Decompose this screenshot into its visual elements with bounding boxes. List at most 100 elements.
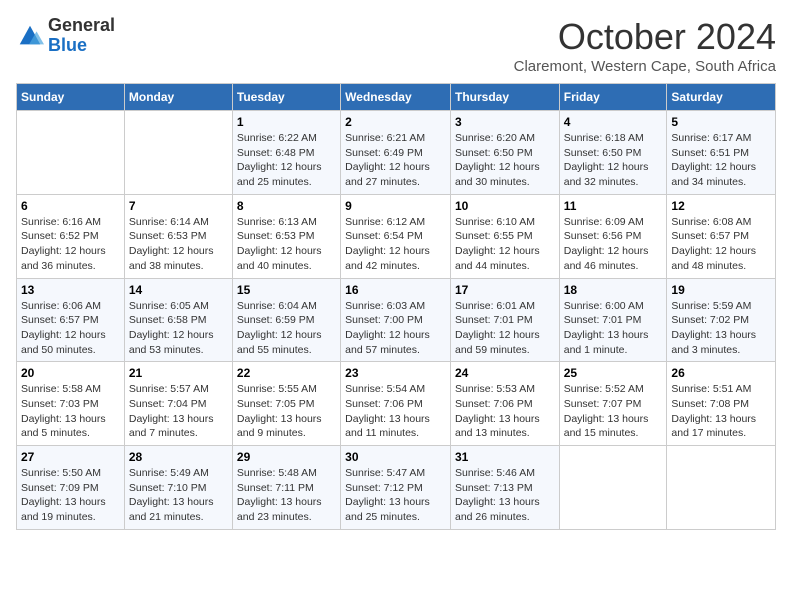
day-info: Sunrise: 6:09 AM Sunset: 6:56 PM Dayligh… xyxy=(564,215,663,274)
calendar-cell: 3Sunrise: 6:20 AM Sunset: 6:50 PM Daylig… xyxy=(450,111,559,195)
day-info: Sunrise: 6:16 AM Sunset: 6:52 PM Dayligh… xyxy=(21,215,120,274)
header-cell-saturday: Saturday xyxy=(667,84,776,111)
calendar-cell: 7 Sunrise: 6:14 AM Sunset: 6:53 PM Daylig… xyxy=(124,194,232,278)
calendar-cell: 30Sunrise: 5:47 AM Sunset: 7:12 PM Dayli… xyxy=(341,446,451,530)
day-number: 12 xyxy=(671,199,771,213)
calendar-cell: 2 Sunrise: 6:21 AM Sunset: 6:49 PM Daylig… xyxy=(341,111,451,195)
day-number: 2 xyxy=(345,115,446,129)
day-info: Sunrise: 6:06 AM Sunset: 6:57 PM Dayligh… xyxy=(21,299,120,358)
day-info: Sunrise: 6:10 AM Sunset: 6:55 PM Dayligh… xyxy=(455,215,555,274)
calendar-cell: 31 Sunrise: 5:46 AM Sunset: 7:13 PM Dayli… xyxy=(450,446,559,530)
day-info: Sunrise: 6:14 AM Sunset: 6:53 PM Dayligh… xyxy=(129,215,228,274)
day-info: Sunrise: 5:57 AM Sunset: 7:04 PM Dayligh… xyxy=(129,382,228,441)
week-row-4: 20Sunrise: 5:58 AM Sunset: 7:03 PM Dayli… xyxy=(17,362,776,446)
day-number: 5 xyxy=(671,115,771,129)
day-number: 11 xyxy=(564,199,663,213)
calendar-cell: 6Sunrise: 6:16 AM Sunset: 6:52 PM Daylig… xyxy=(17,194,125,278)
day-info: Sunrise: 5:50 AM Sunset: 7:09 PM Dayligh… xyxy=(21,466,120,525)
header-row: SundayMondayTuesdayWednesdayThursdayFrid… xyxy=(17,84,776,111)
calendar-cell: 23 Sunrise: 5:54 AM Sunset: 7:06 PM Dayli… xyxy=(341,362,451,446)
calendar-cell: 25Sunrise: 5:52 AM Sunset: 7:07 PM Dayli… xyxy=(559,362,667,446)
day-info: Sunrise: 6:00 AM Sunset: 7:01 PM Dayligh… xyxy=(564,299,663,358)
calendar-cell: 12 Sunrise: 6:08 AM Sunset: 6:57 PM Dayli… xyxy=(667,194,776,278)
day-number: 28 xyxy=(129,450,228,464)
calendar-cell: 18 Sunrise: 6:00 AM Sunset: 7:01 PM Dayli… xyxy=(559,278,667,362)
week-row-1: 1 Sunrise: 6:22 AM Sunset: 6:48 PM Daylig… xyxy=(17,111,776,195)
day-info: Sunrise: 5:47 AM Sunset: 7:12 PM Dayligh… xyxy=(345,466,446,525)
header-cell-sunday: Sunday xyxy=(17,84,125,111)
header-cell-thursday: Thursday xyxy=(450,84,559,111)
week-row-3: 13 Sunrise: 6:06 AM Sunset: 6:57 PM Dayli… xyxy=(17,278,776,362)
day-number: 23 xyxy=(345,366,446,380)
day-number: 9 xyxy=(345,199,446,213)
day-number: 21 xyxy=(129,366,228,380)
day-number: 22 xyxy=(237,366,336,380)
day-number: 7 xyxy=(129,199,228,213)
day-number: 4 xyxy=(564,115,663,129)
logo-text: General Blue xyxy=(48,16,115,56)
day-info: Sunrise: 6:01 AM Sunset: 7:01 PM Dayligh… xyxy=(455,299,555,358)
calendar-cell: 15 Sunrise: 6:04 AM Sunset: 6:59 PM Dayli… xyxy=(232,278,340,362)
calendar-cell: 14 Sunrise: 6:05 AM Sunset: 6:58 PM Dayli… xyxy=(124,278,232,362)
day-info: Sunrise: 5:51 AM Sunset: 7:08 PM Dayligh… xyxy=(671,382,771,441)
calendar-cell: 27 Sunrise: 5:50 AM Sunset: 7:09 PM Dayli… xyxy=(17,446,125,530)
calendar-cell xyxy=(124,111,232,195)
day-info: Sunrise: 5:48 AM Sunset: 7:11 PM Dayligh… xyxy=(237,466,336,525)
day-info: Sunrise: 6:04 AM Sunset: 6:59 PM Dayligh… xyxy=(237,299,336,358)
calendar-cell: 17 Sunrise: 6:01 AM Sunset: 7:01 PM Dayli… xyxy=(450,278,559,362)
title-area: October 2024 Claremont, Western Cape, So… xyxy=(514,16,776,75)
day-info: Sunrise: 6:08 AM Sunset: 6:57 PM Dayligh… xyxy=(671,215,771,274)
day-info: Sunrise: 6:18 AM Sunset: 6:50 PM Dayligh… xyxy=(564,131,663,190)
header-cell-tuesday: Tuesday xyxy=(232,84,340,111)
calendar-table: SundayMondayTuesdayWednesdayThursdayFrid… xyxy=(16,83,776,530)
calendar-cell: 13 Sunrise: 6:06 AM Sunset: 6:57 PM Dayli… xyxy=(17,278,125,362)
calendar-cell: 11 Sunrise: 6:09 AM Sunset: 6:56 PM Dayli… xyxy=(559,194,667,278)
day-number: 10 xyxy=(455,199,555,213)
day-number: 26 xyxy=(671,366,771,380)
day-number: 1 xyxy=(237,115,336,129)
day-info: Sunrise: 5:52 AM Sunset: 7:07 PM Dayligh… xyxy=(564,382,663,441)
day-info: Sunrise: 5:54 AM Sunset: 7:06 PM Dayligh… xyxy=(345,382,446,441)
week-row-5: 27 Sunrise: 5:50 AM Sunset: 7:09 PM Dayli… xyxy=(17,446,776,530)
calendar-cell: 28Sunrise: 5:49 AM Sunset: 7:10 PM Dayli… xyxy=(124,446,232,530)
calendar-cell: 29Sunrise: 5:48 AM Sunset: 7:11 PM Dayli… xyxy=(232,446,340,530)
header-cell-friday: Friday xyxy=(559,84,667,111)
day-number: 15 xyxy=(237,283,336,297)
day-number: 18 xyxy=(564,283,663,297)
day-info: Sunrise: 6:03 AM Sunset: 7:00 PM Dayligh… xyxy=(345,299,446,358)
day-number: 27 xyxy=(21,450,120,464)
calendar-cell: 20Sunrise: 5:58 AM Sunset: 7:03 PM Dayli… xyxy=(17,362,125,446)
calendar-cell xyxy=(17,111,125,195)
day-info: Sunrise: 6:12 AM Sunset: 6:54 PM Dayligh… xyxy=(345,215,446,274)
page-header: General Blue October 2024 Claremont, Wes… xyxy=(16,16,776,75)
calendar-cell: 1 Sunrise: 6:22 AM Sunset: 6:48 PM Daylig… xyxy=(232,111,340,195)
day-info: Sunrise: 6:21 AM Sunset: 6:49 PM Dayligh… xyxy=(345,131,446,190)
calendar-cell: 24Sunrise: 5:53 AM Sunset: 7:06 PM Dayli… xyxy=(450,362,559,446)
day-number: 31 xyxy=(455,450,555,464)
day-info: Sunrise: 5:53 AM Sunset: 7:06 PM Dayligh… xyxy=(455,382,555,441)
calendar-cell: 9 Sunrise: 6:12 AM Sunset: 6:54 PM Daylig… xyxy=(341,194,451,278)
logo-icon xyxy=(16,22,44,50)
day-number: 16 xyxy=(345,283,446,297)
calendar-cell xyxy=(559,446,667,530)
calendar-cell: 10 Sunrise: 6:10 AM Sunset: 6:55 PM Dayli… xyxy=(450,194,559,278)
day-info: Sunrise: 5:58 AM Sunset: 7:03 PM Dayligh… xyxy=(21,382,120,441)
day-info: Sunrise: 5:55 AM Sunset: 7:05 PM Dayligh… xyxy=(237,382,336,441)
day-number: 8 xyxy=(237,199,336,213)
day-info: Sunrise: 6:20 AM Sunset: 6:50 PM Dayligh… xyxy=(455,131,555,190)
day-number: 14 xyxy=(129,283,228,297)
day-number: 17 xyxy=(455,283,555,297)
day-number: 13 xyxy=(21,283,120,297)
calendar-cell: 4 Sunrise: 6:18 AM Sunset: 6:50 PM Daylig… xyxy=(559,111,667,195)
calendar-cell: 22 Sunrise: 5:55 AM Sunset: 7:05 PM Dayli… xyxy=(232,362,340,446)
day-info: Sunrise: 6:22 AM Sunset: 6:48 PM Dayligh… xyxy=(237,131,336,190)
day-info: Sunrise: 6:13 AM Sunset: 6:53 PM Dayligh… xyxy=(237,215,336,274)
day-number: 19 xyxy=(671,283,771,297)
calendar-cell: 19Sunrise: 5:59 AM Sunset: 7:02 PM Dayli… xyxy=(667,278,776,362)
calendar-cell: 21 Sunrise: 5:57 AM Sunset: 7:04 PM Dayli… xyxy=(124,362,232,446)
calendar-cell: 16 Sunrise: 6:03 AM Sunset: 7:00 PM Dayli… xyxy=(341,278,451,362)
day-info: Sunrise: 6:05 AM Sunset: 6:58 PM Dayligh… xyxy=(129,299,228,358)
header-cell-monday: Monday xyxy=(124,84,232,111)
day-info: Sunrise: 5:46 AM Sunset: 7:13 PM Dayligh… xyxy=(455,466,555,525)
calendar-cell: 8 Sunrise: 6:13 AM Sunset: 6:53 PM Daylig… xyxy=(232,194,340,278)
